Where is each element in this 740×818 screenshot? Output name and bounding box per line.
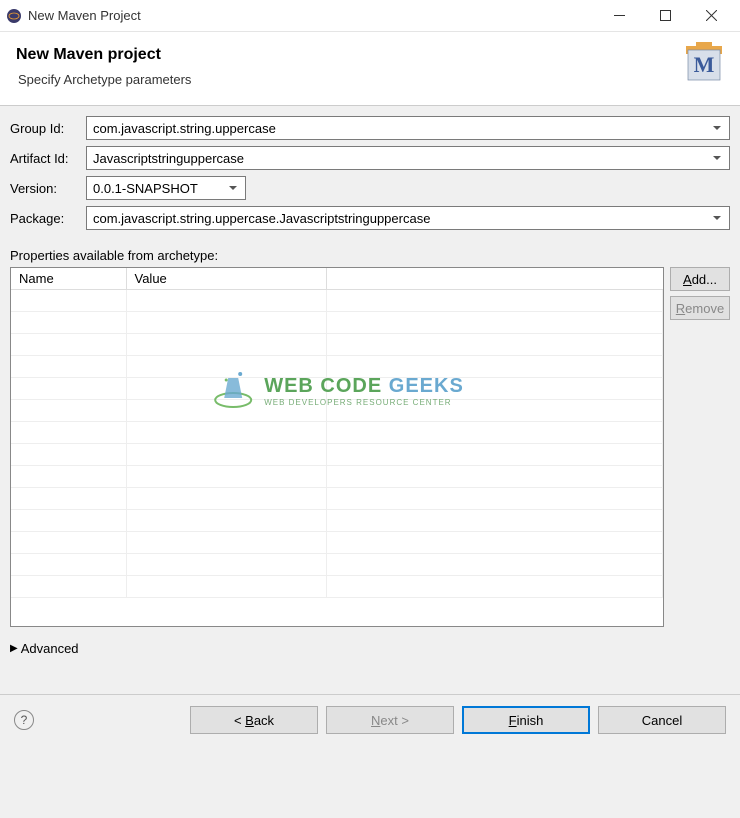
wizard-subtitle: Specify Archetype parameters bbox=[16, 72, 724, 87]
artifact-id-label: Artifact Id: bbox=[10, 151, 86, 166]
close-button[interactable] bbox=[688, 0, 734, 32]
eclipse-icon bbox=[6, 8, 22, 24]
table-row bbox=[11, 356, 663, 378]
form-area: Group Id: com.javascript.string.uppercas… bbox=[0, 106, 740, 242]
table-row bbox=[11, 554, 663, 576]
back-button[interactable]: < Back bbox=[190, 706, 318, 734]
wizard-title: New Maven project bbox=[16, 46, 724, 64]
package-input[interactable]: com.javascript.string.uppercase.Javascri… bbox=[86, 206, 730, 230]
svg-text:M: M bbox=[694, 52, 715, 77]
package-label: Package: bbox=[10, 211, 86, 226]
cancel-button[interactable]: Cancel bbox=[598, 706, 726, 734]
properties-table[interactable]: Name Value bbox=[10, 267, 664, 627]
minimize-button[interactable] bbox=[596, 0, 642, 32]
advanced-label: Advanced bbox=[21, 641, 79, 656]
table-row bbox=[11, 334, 663, 356]
table-row bbox=[11, 312, 663, 334]
table-row bbox=[11, 466, 663, 488]
wizard-header: New Maven project Specify Archetype para… bbox=[0, 32, 740, 106]
title-bar: New Maven Project bbox=[0, 0, 740, 32]
remove-button[interactable]: Remove bbox=[670, 296, 730, 320]
wizard-footer: ? < Back Next > Finish Cancel bbox=[0, 695, 740, 745]
add-button[interactable]: Add... bbox=[670, 267, 730, 291]
table-row bbox=[11, 422, 663, 444]
col-header-name[interactable]: Name bbox=[11, 268, 126, 290]
col-header-value[interactable]: Value bbox=[126, 268, 326, 290]
chevron-right-icon: ▶ bbox=[10, 643, 18, 654]
help-icon[interactable]: ? bbox=[14, 710, 34, 730]
table-row bbox=[11, 576, 663, 598]
maximize-button[interactable] bbox=[642, 0, 688, 32]
table-row bbox=[11, 532, 663, 554]
version-label: Version: bbox=[10, 181, 86, 196]
table-row bbox=[11, 400, 663, 422]
table-row bbox=[11, 510, 663, 532]
group-id-label: Group Id: bbox=[10, 121, 86, 136]
table-row bbox=[11, 378, 663, 400]
col-header-empty bbox=[326, 268, 663, 290]
table-row bbox=[11, 290, 663, 312]
table-row bbox=[11, 488, 663, 510]
maven-wizard-icon: M bbox=[682, 40, 726, 84]
group-id-input[interactable]: com.javascript.string.uppercase bbox=[86, 116, 730, 140]
version-dropdown[interactable]: 0.0.1-SNAPSHOT bbox=[86, 176, 246, 200]
finish-button[interactable]: Finish bbox=[462, 706, 590, 734]
properties-label: Properties available from archetype: bbox=[0, 242, 740, 267]
table-row bbox=[11, 444, 663, 466]
next-button: Next > bbox=[326, 706, 454, 734]
advanced-toggle[interactable]: ▶ Advanced bbox=[0, 627, 740, 670]
window-title: New Maven Project bbox=[28, 8, 596, 23]
artifact-id-input[interactable]: Javascriptstringuppercase bbox=[86, 146, 730, 170]
